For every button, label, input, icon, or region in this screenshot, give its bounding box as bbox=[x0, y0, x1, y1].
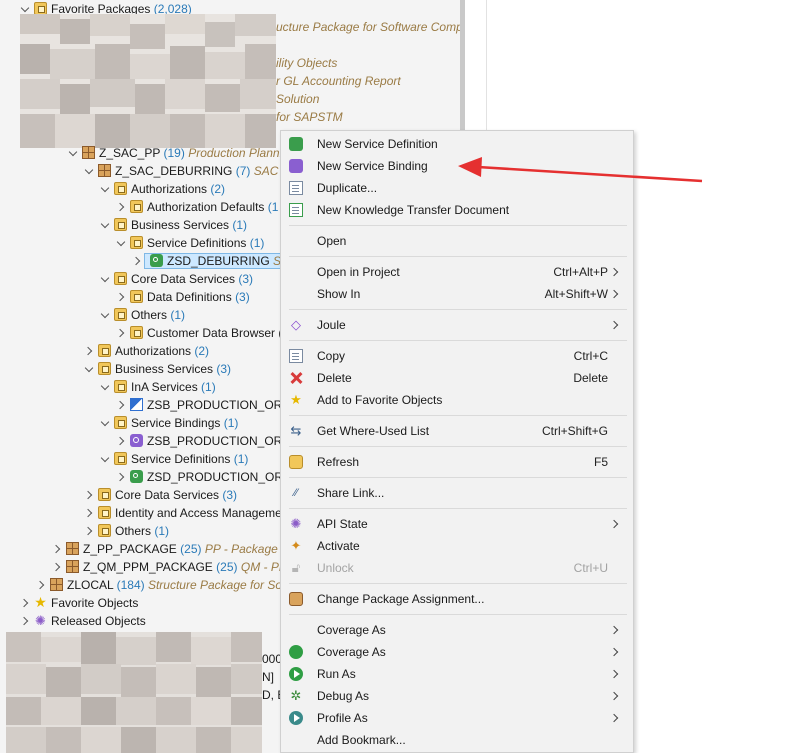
annotation-arrow-head bbox=[458, 157, 482, 177]
annotation-arrow-line bbox=[477, 165, 703, 183]
annotation-arrow bbox=[458, 157, 703, 183]
